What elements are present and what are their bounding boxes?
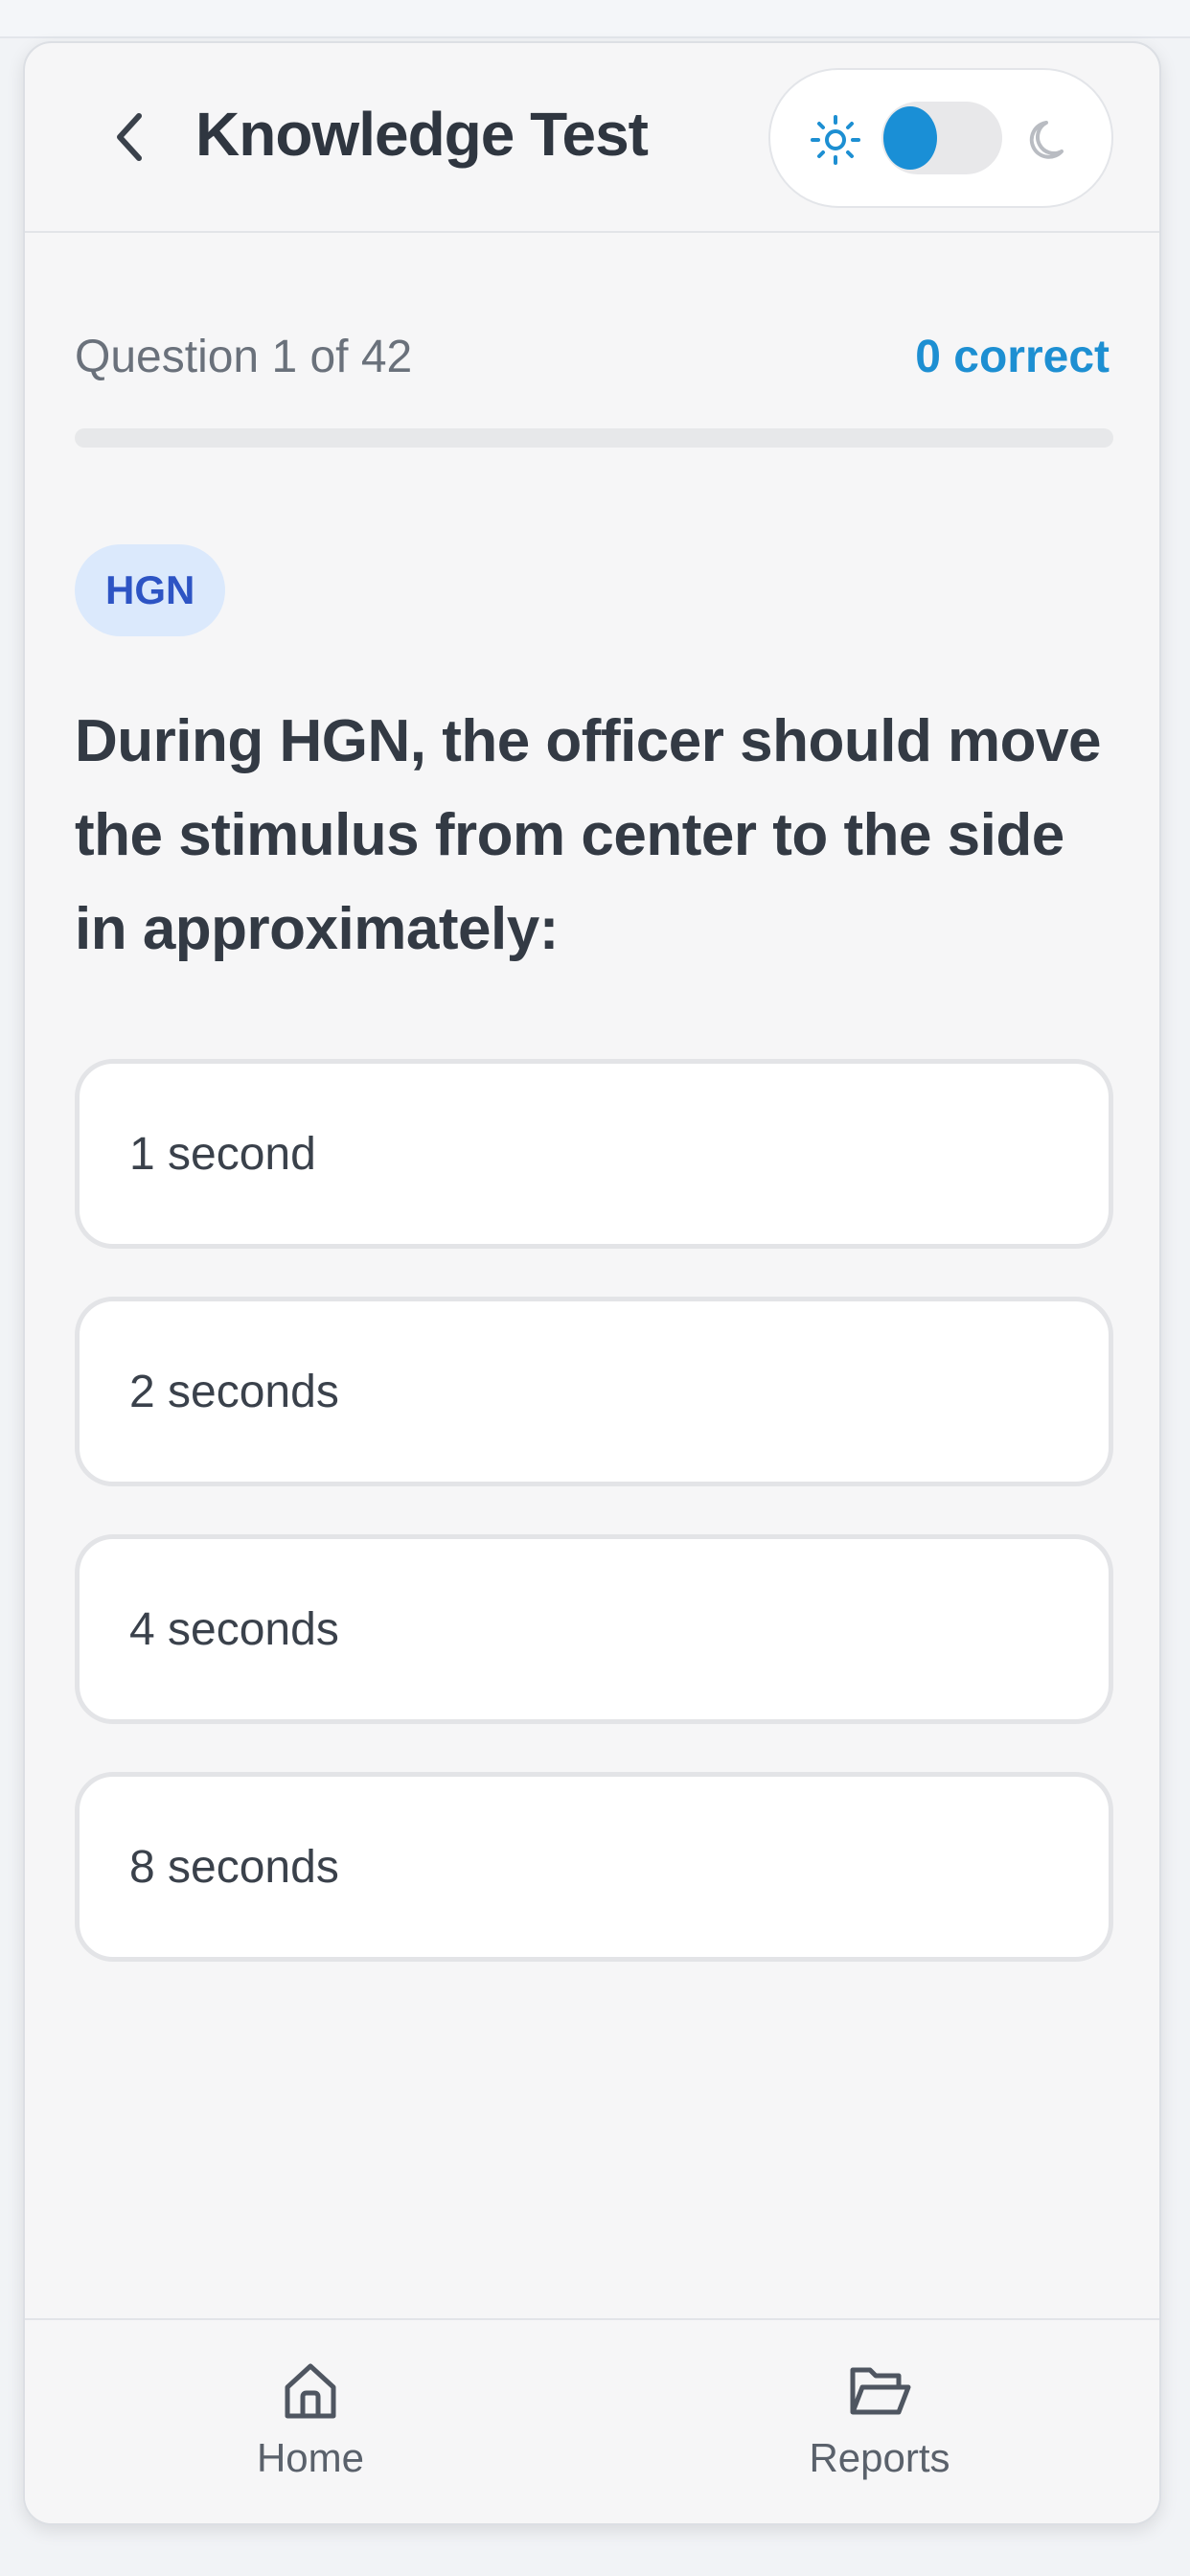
nav-item-reports[interactable]: Reports	[765, 2349, 995, 2512]
answer-option-label: 1 second	[129, 1128, 316, 1180]
question-text: During HGN, the officer should move the …	[75, 708, 1102, 962]
browser-top-strip	[0, 0, 1190, 38]
progress-bar	[75, 428, 1113, 448]
answer-option-label: 4 seconds	[129, 1603, 339, 1655]
folder-open-icon	[850, 2367, 911, 2415]
chevron-left-icon	[117, 113, 142, 161]
app-container: Knowledge Test Question 1 of 42 0 correc…	[23, 41, 1161, 2525]
answer-option-2[interactable]: 2 seconds	[75, 1297, 1113, 1486]
back-button[interactable]	[102, 103, 155, 172]
answer-option-1[interactable]: 1 second	[75, 1059, 1113, 1249]
category-badge: HGN	[75, 544, 226, 636]
home-icon	[285, 2363, 336, 2419]
correct-count: 0 correct	[915, 332, 1110, 382]
theme-switch-knob	[883, 106, 937, 170]
bottom-nav: Home Reports	[25, 2318, 1159, 2523]
answer-option-3[interactable]: 4 seconds	[75, 1534, 1113, 1724]
answer-option-label: 8 seconds	[129, 1841, 339, 1893]
question-progress-label: Question 1 of 42	[75, 332, 413, 382]
answer-option-4[interactable]: 8 seconds	[75, 1772, 1113, 1962]
sun-icon[interactable]	[809, 113, 862, 167]
theme-toggle[interactable]	[768, 68, 1113, 208]
moon-icon[interactable]	[1025, 113, 1079, 167]
page-title: Knowledge Test	[195, 100, 649, 169]
nav-item-home[interactable]: Home	[195, 2349, 425, 2512]
nav-label-home: Home	[256, 2435, 365, 2480]
app-header: Knowledge Test	[25, 43, 1159, 233]
answer-options: 1 second 2 seconds 4 seconds 8 seconds	[75, 1059, 1113, 2010]
theme-switch[interactable]	[881, 102, 1002, 174]
answer-option-label: 2 seconds	[129, 1366, 339, 1417]
nav-label-reports: Reports	[809, 2435, 950, 2480]
